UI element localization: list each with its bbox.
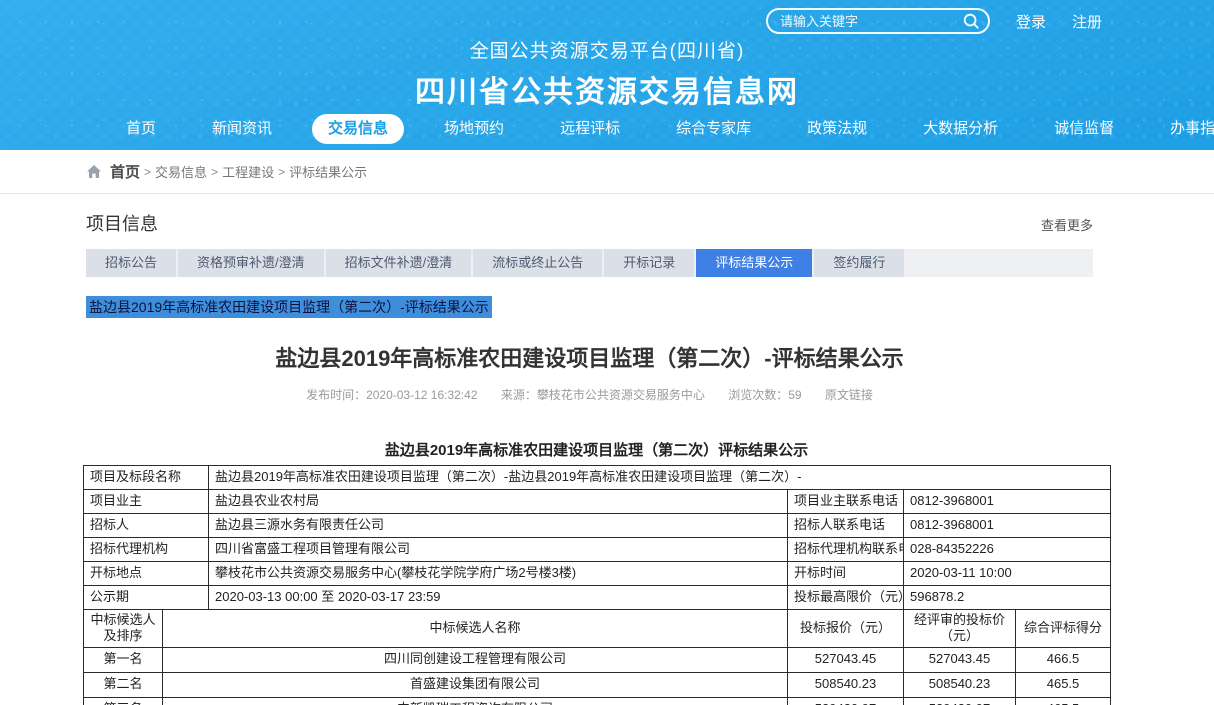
tab-evaluation-result[interactable]: 评标结果公示 <box>696 249 812 277</box>
table-row-agency: 招标代理机构 四川省富盛工程项目管理有限公司 招标代理机构联系电话 028-84… <box>84 538 1111 562</box>
table-row-project: 项目及标段名称 盐边县2019年高标准农田建设项目监理（第二次）-盐边县2019… <box>84 466 1111 490</box>
section-title: 项目信息 <box>86 210 158 236</box>
owner-phone-value: 0812-3968001 <box>904 490 1111 514</box>
candidate-name: 首盛建设集团有限公司 <box>163 672 788 697</box>
tab-bid-opening-record[interactable]: 开标记录 <box>604 249 694 277</box>
max-price-value: 596878.2 <box>904 586 1111 610</box>
bid-header: 投标报价（元） <box>788 610 904 648</box>
candidate-row-1: 第一名 四川同创建设工程管理有限公司 527043.45 527043.45 4… <box>84 647 1111 672</box>
agency-phone-value: 028-84352226 <box>904 538 1111 562</box>
candidate-score: 466.5 <box>1016 647 1111 672</box>
nav-item-home[interactable]: 首页 <box>110 114 172 144</box>
candidate-rank: 第三名 <box>84 697 163 705</box>
publicity-period-label: 公示期 <box>84 586 209 610</box>
breadcrumb-separator: > <box>211 165 218 179</box>
opening-time-label: 开标时间 <box>788 562 904 586</box>
main-content: 项目信息 查看更多 招标公告 资格预审补遗/澄清 招标文件补遗/澄清 流标或终止… <box>0 210 1214 705</box>
candidate-header-row: 中标候选人及排序 中标候选人名称 投标报价（元） 经评审的投标价（元） 综合评标… <box>84 610 1111 648</box>
candidate-bid: 529430.97 <box>788 697 904 705</box>
view-count: 浏览次数：59 <box>728 388 801 402</box>
candidate-row-3: 第三名 中新凯瑞工程咨询有限公司 529430.97 529430.97 465… <box>84 697 1111 705</box>
publish-time: 发布时间：2020-03-12 16:32:42 <box>306 388 477 402</box>
table-row-opening: 开标地点 攀枝花市公共资源交易服务中心(攀枝花学院学府广场2号楼3楼) 开标时间… <box>84 562 1111 586</box>
evaluation-result-table: 项目及标段名称 盐边县2019年高标准农田建设项目监理（第二次）-盐边县2019… <box>83 465 1111 705</box>
breadcrumb-separator: > <box>278 165 285 179</box>
candidate-score: 465.5 <box>1016 672 1111 697</box>
table-row-tenderer: 招标人 盐边县三源水务有限责任公司 招标人联系电话 0812-3968001 <box>84 514 1111 538</box>
article-source: 来源：攀枝花市公共资源交易服务中心 <box>501 388 705 402</box>
tab-tender-announcement[interactable]: 招标公告 <box>86 249 176 277</box>
tab-failed-or-terminated[interactable]: 流标或终止公告 <box>473 249 602 277</box>
main-nav: 首页 新闻资讯 交易信息 场地预约 远程评标 综合专家库 政策法规 大数据分析 … <box>0 114 1214 144</box>
article-title: 盐边县2019年高标准农田建设项目监理（第二次）-评标结果公示 <box>86 341 1093 373</box>
tab-tender-doc-addendum[interactable]: 招标文件补遗/澄清 <box>326 249 472 277</box>
breadcrumb-construction[interactable]: 工程建设 <box>222 162 274 181</box>
breadcrumb-trade-info[interactable]: 交易信息 <box>155 162 207 181</box>
site-title: 四川省公共资源交易信息网 <box>0 67 1214 111</box>
owner-label: 项目业主 <box>84 490 209 514</box>
max-price-label: 投标最高限价（元） <box>788 586 904 610</box>
candidate-bid: 508540.23 <box>788 672 904 697</box>
candidate-rank: 第二名 <box>84 672 163 697</box>
breadcrumb-eval-result[interactable]: 评标结果公示 <box>289 162 367 181</box>
result-table-title: 盐边县2019年高标准农田建设项目监理（第二次）评标结果公示 <box>83 439 1110 460</box>
table-row-publicity: 公示期 2020-03-13 00:00 至 2020-03-17 23:59 … <box>84 586 1111 610</box>
breadcrumb: 首页 > 交易信息 > 工程建设 > 评标结果公示 <box>0 150 1214 194</box>
project-value: 盐边县2019年高标准农田建设项目监理（第二次）-盐边县2019年高标准农田建设… <box>209 466 1111 490</box>
evaluated-header: 经评审的投标价（元） <box>904 610 1016 648</box>
nav-item-venue-booking[interactable]: 场地预约 <box>428 114 520 144</box>
candidate-evaluated: 529430.97 <box>904 697 1016 705</box>
view-more-link[interactable]: 查看更多 <box>1041 215 1093 234</box>
article-meta: 发布时间：2020-03-12 16:32:42 来源：攀枝花市公共资源交易服务… <box>86 386 1093 403</box>
owner-value: 盐边县农业农村局 <box>209 490 788 514</box>
owner-phone-label: 项目业主联系电话 <box>788 490 904 514</box>
tab-prequalification-addendum[interactable]: 资格预审补遗/澄清 <box>178 249 324 277</box>
candidate-name: 四川同创建设工程管理有限公司 <box>163 647 788 672</box>
tenderer-value: 盐边县三源水务有限责任公司 <box>209 514 788 538</box>
candidate-name: 中新凯瑞工程咨询有限公司 <box>163 697 788 705</box>
original-link[interactable]: 原文链接 <box>825 388 873 402</box>
name-header: 中标候选人名称 <box>163 610 788 648</box>
project-label: 项目及标段名称 <box>84 466 209 490</box>
candidate-evaluated: 508540.23 <box>904 672 1016 697</box>
opening-time-value: 2020-03-11 10:00 <box>904 562 1111 586</box>
tenderer-label: 招标人 <box>84 514 209 538</box>
candidate-row-2: 第二名 首盛建设集团有限公司 508540.23 508540.23 465.5 <box>84 672 1111 697</box>
nav-item-news[interactable]: 新闻资讯 <box>196 114 288 144</box>
breadcrumb-separator: > <box>144 165 151 179</box>
nav-item-big-data[interactable]: 大数据分析 <box>907 114 1014 144</box>
candidate-rank: 第一名 <box>84 647 163 672</box>
opening-place-value: 攀枝花市公共资源交易服务中心(攀枝花学院学府广场2号楼3楼) <box>209 562 788 586</box>
breadcrumb-home[interactable]: 首页 <box>110 161 140 182</box>
notice-list-item-link[interactable]: 盐边县2019年高标准农田建设项目监理（第二次）-评标结果公示 <box>86 296 492 318</box>
site-subtitle: 全国公共资源交易平台(四川省) <box>0 36 1214 63</box>
agency-label: 招标代理机构 <box>84 538 209 562</box>
nav-item-trade-info[interactable]: 交易信息 <box>312 114 404 144</box>
site-header: 登录 注册 全国公共资源交易平台(四川省) 四川省公共资源交易信息网 首页 新闻… <box>0 0 1214 150</box>
score-header: 综合评标得分 <box>1016 610 1111 648</box>
site-titles: 全国公共资源交易平台(四川省) 四川省公共资源交易信息网 <box>0 0 1214 111</box>
section-head: 项目信息 查看更多 <box>86 210 1093 236</box>
nav-item-expert-pool[interactable]: 综合专家库 <box>660 114 767 144</box>
candidate-bid: 527043.45 <box>788 647 904 672</box>
nav-item-policies[interactable]: 政策法规 <box>791 114 883 144</box>
tenderer-phone-label: 招标人联系电话 <box>788 514 904 538</box>
tenderer-phone-value: 0812-3968001 <box>904 514 1111 538</box>
rank-header: 中标候选人及排序 <box>84 610 163 648</box>
nav-item-remote-evaluation[interactable]: 远程评标 <box>544 114 636 144</box>
home-icon <box>86 164 102 180</box>
publicity-period-value: 2020-03-13 00:00 至 2020-03-17 23:59 <box>209 586 788 610</box>
nav-item-guide[interactable]: 办事指南 <box>1154 114 1214 144</box>
opening-place-label: 开标地点 <box>84 562 209 586</box>
agency-value: 四川省富盛工程项目管理有限公司 <box>209 538 788 562</box>
notice-tabs: 招标公告 资格预审补遗/澄清 招标文件补遗/澄清 流标或终止公告 开标记录 评标… <box>86 249 1093 277</box>
table-row-owner: 项目业主 盐边县农业农村局 项目业主联系电话 0812-3968001 <box>84 490 1111 514</box>
agency-phone-label: 招标代理机构联系电话 <box>788 538 904 562</box>
candidate-score: 465.5 <box>1016 697 1111 705</box>
candidate-evaluated: 527043.45 <box>904 647 1016 672</box>
tab-contract-performance[interactable]: 签约履行 <box>814 249 904 277</box>
nav-item-integrity[interactable]: 诚信监督 <box>1038 114 1130 144</box>
